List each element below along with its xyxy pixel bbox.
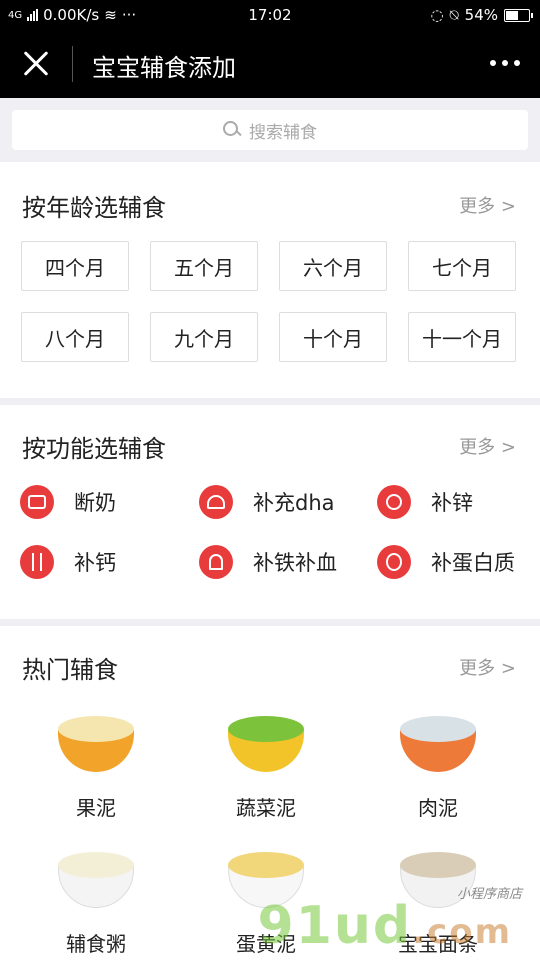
- function-item-weaning[interactable]: 断奶: [20, 485, 116, 519]
- nav-divider: [72, 46, 73, 82]
- ice-cream-icon: [199, 545, 233, 579]
- page-title: 宝宝辅食添加: [92, 54, 236, 82]
- watermark-logo: 91ud.com: [258, 896, 512, 956]
- hot-section: 热门辅食 更多 > 果泥 蔬菜泥 肉泥 辅食粥 蛋黄泥 宝宝面条 小程序商店 9…: [0, 626, 540, 960]
- bowl-image: [396, 710, 480, 780]
- hot-item-label: 辅食粥: [66, 932, 126, 956]
- function-item-calcium[interactable]: 补钙: [20, 545, 116, 579]
- mute-icon: ⍉: [449, 6, 459, 24]
- hot-item[interactable]: 果泥: [16, 710, 176, 821]
- close-icon[interactable]: [18, 46, 54, 82]
- bowl-image: [54, 846, 138, 916]
- moon-icon: [377, 485, 411, 519]
- function-item-protein[interactable]: 补蛋白质: [377, 545, 515, 579]
- function-item-zinc[interactable]: 补锌: [377, 485, 473, 519]
- headset-icon: ◌: [430, 6, 444, 24]
- age-button[interactable]: 十一个月: [408, 312, 516, 362]
- function-label: 补锌: [431, 491, 473, 515]
- watermark-suffix: .com: [412, 912, 512, 952]
- hot-section-title: 热门辅食: [22, 656, 118, 684]
- search-input[interactable]: 搜索辅食: [12, 110, 528, 150]
- age-button[interactable]: 七个月: [408, 241, 516, 291]
- hot-item-label: 果泥: [76, 796, 116, 820]
- battery-level: [506, 10, 518, 20]
- more-menu-icon[interactable]: [490, 60, 520, 66]
- bowl-image: [224, 710, 308, 780]
- utensils-icon: [20, 545, 54, 579]
- age-button[interactable]: 四个月: [21, 241, 129, 291]
- age-button[interactable]: 九个月: [150, 312, 258, 362]
- status-right: ◌ ⍉ 54%: [430, 6, 533, 24]
- hot-item-label: 肉泥: [418, 796, 458, 820]
- function-label: 补钙: [74, 551, 116, 575]
- nav-bar: 宝宝辅食添加: [0, 30, 540, 98]
- egg-icon: [377, 545, 411, 579]
- age-button[interactable]: 八个月: [21, 312, 129, 362]
- function-label: 补充dha: [253, 491, 335, 515]
- watermark-brand: 91ud: [257, 896, 413, 956]
- hot-item[interactable]: 蔬菜泥: [186, 710, 346, 821]
- hot-item[interactable]: 辅食粥: [16, 846, 176, 957]
- function-more-link[interactable]: 更多 >: [459, 433, 516, 459]
- age-section-title: 按年龄选辅食: [22, 194, 166, 222]
- function-label: 断奶: [74, 491, 116, 515]
- status-bar: 4G 0.00K/s ≋ ··· 17:02 ◌ ⍉ 54%: [0, 0, 540, 30]
- pot-icon: [20, 485, 54, 519]
- function-item-iron[interactable]: 补铁补血: [199, 545, 337, 579]
- function-label: 补铁补血: [253, 551, 337, 575]
- hot-more-link[interactable]: 更多 >: [459, 654, 516, 680]
- function-section-title: 按功能选辅食: [22, 435, 166, 463]
- dish-cover-icon: [199, 485, 233, 519]
- battery-icon: [504, 8, 533, 22]
- function-item-dha[interactable]: 补充dha: [199, 485, 335, 519]
- age-more-link[interactable]: 更多 >: [459, 192, 516, 218]
- age-button[interactable]: 五个月: [150, 241, 258, 291]
- bowl-image: [54, 710, 138, 780]
- hot-item-label: 蔬菜泥: [236, 796, 296, 820]
- hot-item[interactable]: 肉泥: [358, 710, 518, 821]
- function-label: 补蛋白质: [431, 551, 515, 575]
- age-section: 按年龄选辅食 更多 > 四个月 五个月 六个月 七个月 八个月 九个月 十个月 …: [0, 162, 540, 398]
- search-icon: [223, 121, 241, 139]
- battery-percent: 54%: [464, 6, 498, 24]
- age-button[interactable]: 六个月: [279, 241, 387, 291]
- search-placeholder: 搜索辅食: [249, 122, 317, 143]
- age-button[interactable]: 十个月: [279, 312, 387, 362]
- search-area: 搜索辅食: [0, 98, 540, 162]
- function-section: 按功能选辅食 更多 > 断奶 补充dha 补锌 补钙 补铁补血 补蛋白质: [0, 405, 540, 619]
